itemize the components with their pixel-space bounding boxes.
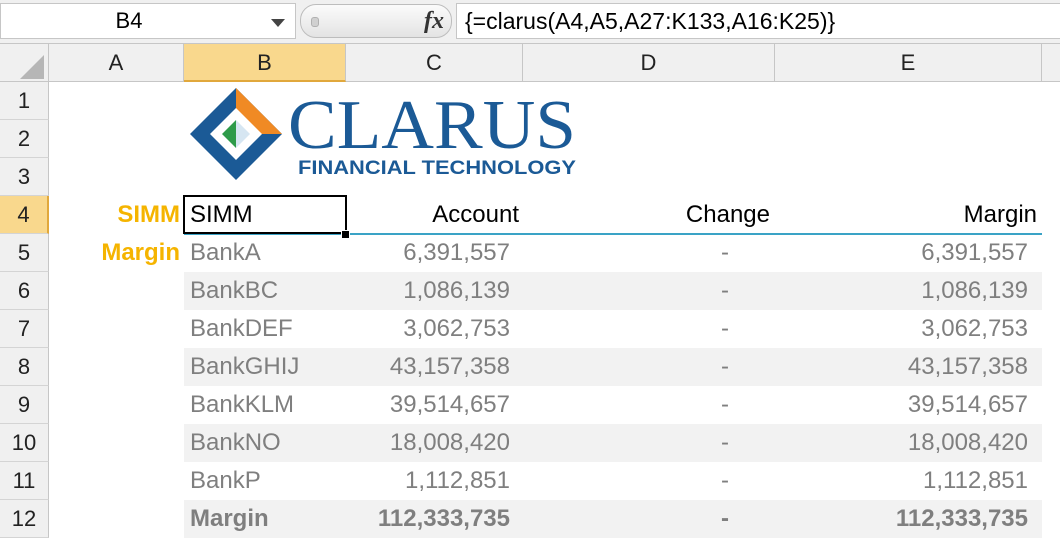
cell-b10[interactable]: BankNO bbox=[190, 424, 340, 462]
clarus-logo: CLARUS FINANCIAL TECHNOLOGY bbox=[190, 87, 576, 180]
cell-c4[interactable]: Account bbox=[346, 196, 519, 234]
column-header-c[interactable]: C bbox=[346, 44, 523, 82]
logo-wordmark: CLARUS bbox=[288, 87, 576, 164]
cell-a5[interactable]: Margin bbox=[49, 234, 180, 272]
cell-b4[interactable]: SIMM bbox=[190, 196, 340, 234]
name-box[interactable]: B4 bbox=[0, 3, 296, 39]
cell-c12[interactable]: 112,333,735 bbox=[346, 500, 510, 538]
fill-handle[interactable] bbox=[341, 230, 350, 239]
formula-bar: B4 fx {=clarus(A4,A5,A27:K133,A16:K25)} bbox=[0, 0, 1060, 44]
cell-b8[interactable]: BankGHIJ bbox=[190, 348, 340, 386]
cell-d12[interactable]: - bbox=[660, 500, 790, 538]
grip-icon bbox=[311, 17, 319, 27]
cell-d6[interactable]: - bbox=[660, 272, 790, 310]
cell-e7[interactable]: 3,062,753 bbox=[775, 310, 1028, 348]
chevron-down-icon[interactable] bbox=[271, 19, 285, 27]
cell-d9[interactable]: - bbox=[660, 386, 790, 424]
cell-b7[interactable]: BankDEF bbox=[190, 310, 340, 348]
cell-d5[interactable]: - bbox=[660, 234, 790, 272]
column-header-b[interactable]: B bbox=[184, 44, 346, 82]
cell-e8[interactable]: 43,157,358 bbox=[775, 348, 1028, 386]
row-header-1[interactable]: 1 bbox=[0, 82, 49, 120]
column-header-d[interactable]: D bbox=[523, 44, 775, 82]
row-header-8[interactable]: 8 bbox=[0, 348, 49, 386]
cell-b12[interactable]: Margin bbox=[190, 500, 340, 538]
cell-c7[interactable]: 3,062,753 bbox=[346, 310, 510, 348]
cell-b11[interactable]: BankP bbox=[190, 462, 340, 500]
cell-c8[interactable]: 43,157,358 bbox=[346, 348, 510, 386]
column-header-a[interactable]: A bbox=[49, 44, 184, 82]
cell-e11[interactable]: 1,112,851 bbox=[775, 462, 1028, 500]
cell-d11[interactable]: - bbox=[660, 462, 790, 500]
cell-c10[interactable]: 18,008,420 bbox=[346, 424, 510, 462]
cell-b9[interactable]: BankKLM bbox=[190, 386, 340, 424]
row-header-6[interactable]: 6 bbox=[0, 272, 49, 310]
cell-c6[interactable]: 1,086,139 bbox=[346, 272, 510, 310]
row-header-11[interactable]: 11 bbox=[0, 462, 49, 500]
cell-b5[interactable]: BankA bbox=[190, 234, 340, 272]
row-header-12[interactable]: 12 bbox=[0, 500, 49, 538]
row-header-5[interactable]: 5 bbox=[0, 234, 49, 272]
cell-e5[interactable]: 6,391,557 bbox=[775, 234, 1028, 272]
select-all-icon bbox=[20, 55, 44, 79]
cell-d4[interactable]: Change bbox=[523, 196, 770, 234]
row-header-7[interactable]: 7 bbox=[0, 310, 49, 348]
cell-d10[interactable]: - bbox=[660, 424, 790, 462]
row-header-9[interactable]: 9 bbox=[0, 386, 49, 424]
cell-e9[interactable]: 39,514,657 bbox=[775, 386, 1028, 424]
select-all-button[interactable] bbox=[0, 44, 49, 82]
cell-c5[interactable]: 6,391,557 bbox=[346, 234, 510, 272]
logo-tagline: FINANCIAL TECHNOLOGY bbox=[298, 158, 576, 179]
cell-d7[interactable]: - bbox=[660, 310, 790, 348]
cell-c9[interactable]: 39,514,657 bbox=[346, 386, 510, 424]
name-box-value[interactable]: B4 bbox=[1, 4, 257, 38]
row-header-10[interactable]: 10 bbox=[0, 424, 49, 462]
cell-e6[interactable]: 1,086,139 bbox=[775, 272, 1028, 310]
cell-b6[interactable]: BankBC bbox=[190, 272, 340, 310]
cell-e12[interactable]: 112,333,735 bbox=[775, 500, 1028, 538]
formula-input[interactable]: {=clarus(A4,A5,A27:K133,A16:K25)} bbox=[456, 3, 1060, 39]
row-header-4[interactable]: 4 bbox=[0, 196, 49, 234]
cell-a4[interactable]: SIMM bbox=[49, 196, 180, 234]
cell-e4[interactable]: Margin bbox=[775, 196, 1037, 234]
cell-e10[interactable]: 18,008,420 bbox=[775, 424, 1028, 462]
row-header-2[interactable]: 2 bbox=[0, 120, 49, 158]
cell-d8[interactable]: - bbox=[660, 348, 790, 386]
column-header-e[interactable]: E bbox=[775, 44, 1042, 82]
clarus-logo-mark bbox=[190, 88, 282, 180]
row-header-3[interactable]: 3 bbox=[0, 158, 49, 196]
cell-c11[interactable]: 1,112,851 bbox=[346, 462, 510, 500]
insert-function-icon[interactable]: fx bbox=[418, 4, 450, 38]
